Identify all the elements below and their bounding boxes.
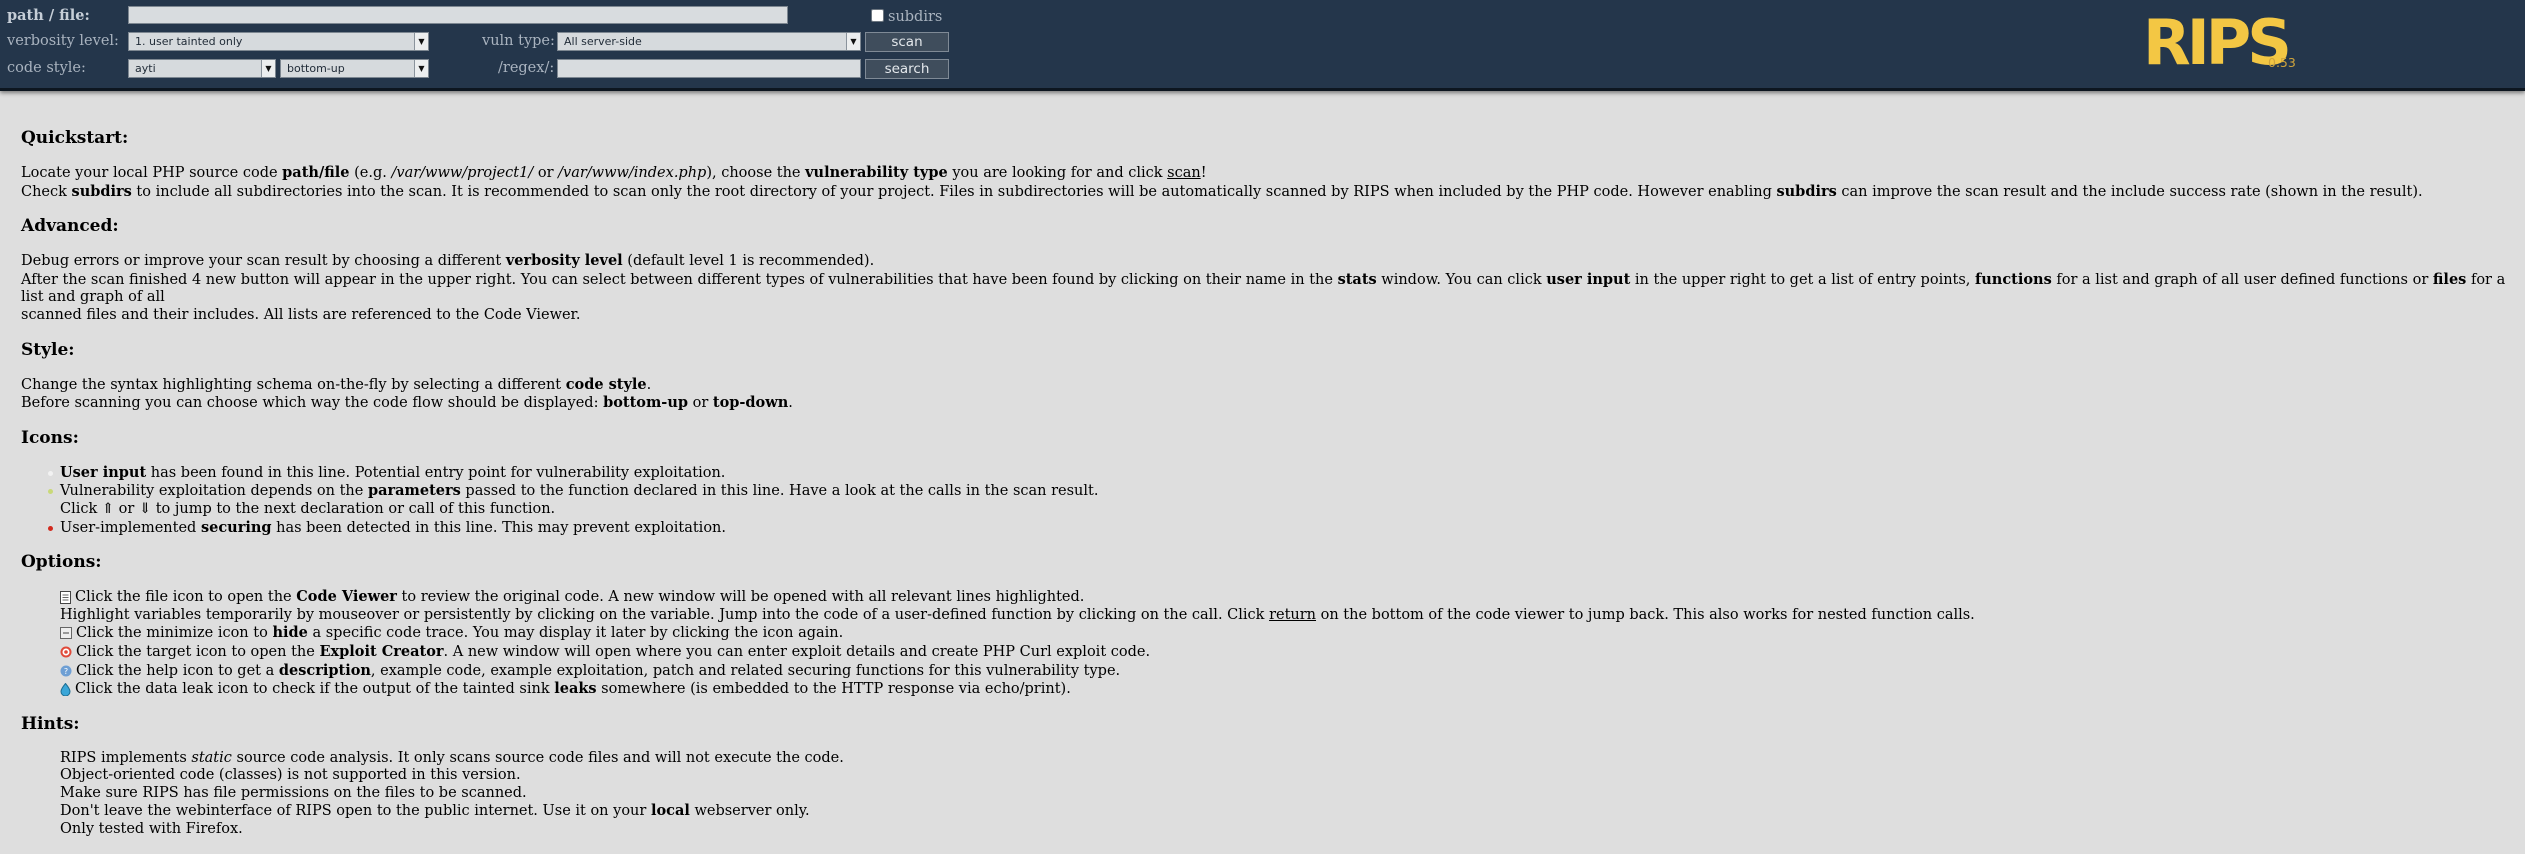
search-button[interactable]: search: [865, 59, 949, 79]
hint-permissions: Make sure RIPS has file permissions on t…: [60, 784, 527, 801]
data-leak-icon: [60, 682, 71, 696]
code-style-select[interactable]: ayti ▼: [128, 59, 276, 78]
option-help: ? Click the help icon to get a descriptio…: [60, 662, 2511, 681]
advanced-section: Advanced: Debug errors or improve your s…: [21, 216, 2511, 324]
quickstart-title: Quickstart:: [21, 128, 129, 148]
advanced-line-2: After the scan finished 4 new button wil…: [21, 270, 2506, 306]
jump-down-icon: ⇓: [138, 500, 152, 517]
chevron-down-icon: ▼: [414, 33, 428, 50]
options-title: Options:: [21, 552, 102, 573]
target-icon: [60, 646, 72, 658]
help-content: Quickstart: Locate your local PHP source…: [21, 128, 2511, 854]
jump-up-icon: ⇑: [101, 500, 115, 517]
top-toolbar: path / file: subdirs verbosity level: 1.…: [0, 0, 2525, 91]
hint-static: RIPS implements static source code analy…: [60, 749, 844, 766]
option-code-viewer: Click the file icon to open the Code Vie…: [60, 588, 2511, 607]
path-input[interactable]: [128, 6, 788, 24]
help-icon: ?: [60, 665, 72, 676]
path-label: path / file:: [7, 7, 90, 24]
option-minimize: Click the minimize icon to hide a specif…: [60, 624, 2511, 643]
parameter-icon: [48, 489, 53, 495]
icons-title: Icons:: [21, 427, 79, 448]
subdirs-label: subdirs: [888, 9, 943, 25]
flow-direction-select[interactable]: bottom-up ▼: [280, 59, 429, 78]
return-link[interactable]: return: [1269, 607, 1316, 623]
minimize-icon: [60, 627, 72, 640]
regex-label: /regex/:: [498, 60, 555, 76]
hints-section: Hints: RIPS implements static source cod…: [21, 714, 2511, 839]
code-style-label: code style:: [7, 60, 86, 76]
option-data-leak: Click the data leak icon to check if the…: [60, 680, 2511, 699]
hints-title: Hints:: [21, 713, 80, 734]
chevron-down-icon: ▼: [414, 60, 428, 77]
user-input-icon: [48, 470, 53, 476]
icon-help-securing: User-implemented securing has been detec…: [48, 519, 2511, 538]
advanced-line-1: Debug errors or improve your scan result…: [21, 252, 875, 270]
option-exploit: Click the target icon to open the Exploi…: [60, 643, 2511, 662]
style-section: Style: Change the syntax highlighting sc…: [21, 340, 2511, 413]
icon-help-user-input: User input has been found in this line. …: [48, 464, 2511, 483]
rips-logo: RIPS: [2143, 6, 2292, 79]
options-section: Options: Click the file icon to open the…: [21, 552, 2511, 699]
chevron-down-icon: ▼: [261, 60, 275, 77]
quickstart-line-1: Locate your local PHP source code path/f…: [21, 164, 1207, 181]
verbosity-select[interactable]: 1. user tainted only ▼: [128, 32, 429, 51]
securing-icon: [48, 525, 53, 531]
quickstart-line-2: Check subdirs to include all subdirector…: [21, 182, 2423, 200]
hint-oop: Object-oriented code (classes) is not su…: [60, 767, 521, 784]
svg-text:?: ?: [64, 667, 68, 676]
version-label: 0.53: [2268, 55, 2296, 70]
icons-section: Icons: User input has been found in this…: [21, 428, 2511, 537]
file-icon: [60, 590, 71, 604]
option-highlight: Highlight variables temporarily by mouse…: [60, 606, 1975, 623]
subdirs-checkbox[interactable]: [871, 9, 884, 22]
style-title: Style:: [21, 339, 75, 360]
advanced-title: Advanced:: [21, 216, 119, 237]
hint-firefox: Only tested with Firefox.: [60, 821, 243, 838]
vuln-type-label: vuln type:: [482, 33, 555, 49]
vuln-type-select[interactable]: All server-side ▼: [557, 32, 861, 51]
advanced-line-3: scanned files and their includes. All li…: [21, 306, 581, 323]
chevron-down-icon: ▼: [846, 33, 860, 50]
icon-help-jump: Click ⇑ or ⇓ to jump to the next declara…: [60, 500, 556, 517]
hint-local: Don't leave the webinterface of RIPS ope…: [60, 802, 810, 820]
scan-link[interactable]: scan: [1167, 165, 1201, 181]
scan-button[interactable]: scan: [865, 32, 949, 52]
regex-input[interactable]: [557, 59, 861, 78]
style-line-2: Before scanning you can choose which way…: [21, 394, 793, 412]
verbosity-label: verbosity level:: [7, 33, 119, 49]
quickstart-section: Quickstart: Locate your local PHP source…: [21, 128, 2511, 201]
icon-help-parameters: Vulnerability exploitation depends on th…: [48, 482, 2511, 501]
style-line-1: Change the syntax highlighting schema on…: [21, 375, 652, 393]
